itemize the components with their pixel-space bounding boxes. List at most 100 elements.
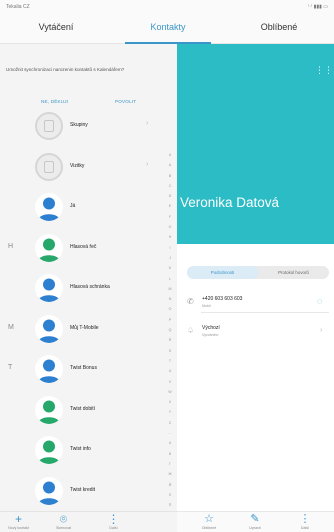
index-letter[interactable]: M [165,284,175,294]
index-letter[interactable]: K [165,263,175,273]
contact-header: ⋮⋮ Veronika Datová [177,44,334,244]
index-letter[interactable]: Y [165,407,175,417]
menu-dots-icon[interactable]: ⋮⋮ [315,66,333,75]
tab-dialer[interactable]: Vytáčení [0,14,112,44]
avatar [35,314,63,343]
index-letter[interactable]: W [165,387,175,397]
tab-contacts[interactable]: Kontakty [112,14,224,44]
segment-call-log[interactable]: Protokol hovorů [258,266,329,279]
index-letter[interactable]: T [165,356,175,366]
contact-name-label: Twist kredit [70,486,96,493]
divider [201,312,329,313]
contact-row[interactable]: Twist kredit [0,471,177,511]
contact-row[interactable]: Já [0,187,177,227]
scan-button[interactable]: ⌾ Skenovat [46,513,81,531]
more-label: Další [109,526,118,530]
contact-row[interactable]: T Twist Bonus [0,349,177,389]
index-letter[interactable]: # [165,438,175,448]
pencil-icon: ✎ [250,513,260,525]
contact-name-label: Hlasová řeč [70,243,97,250]
avatar [35,476,63,505]
bell-icon: ♤ [187,326,195,335]
allow-button[interactable]: POVOLIT [115,99,136,104]
avatar [35,355,63,383]
contact-row[interactable]: Skupiny › [0,106,177,146]
index-letter[interactable]: Й [165,480,175,490]
no-thanks-button[interactable]: NE, DĚKUJI [41,99,68,104]
more-button[interactable]: ⋮ Další [96,513,131,531]
phone-type: Mobil [202,304,211,308]
index-letter[interactable]: E [165,201,175,211]
ringtone-label: Vyzváněcí [202,333,219,337]
index-letter[interactable]: D [165,191,175,201]
contact-row[interactable]: Twist info [0,430,177,470]
contact-row[interactable]: H Hlasová řeč [0,228,177,268]
contact-row[interactable]: M Můj T-Mobile [0,309,177,349]
index-letter[interactable]: B [165,171,175,181]
index-letter[interactable]: P [165,315,175,325]
index-letter[interactable]: H [165,232,175,242]
business-card-icon [35,152,63,181]
more-vertical-icon: ⋮ [299,513,311,525]
index-letter[interactable]: V [165,377,175,387]
index-letter[interactable]: F [165,212,175,222]
contact-row[interactable]: Vizitky › [0,147,177,187]
status-bar: Tekalia CZ ⁽·⁾ ▮▮▮ ▭ [0,0,334,14]
index-letter[interactable]: Г [165,459,175,469]
index-letter[interactable]: R [165,335,175,345]
contact-name-label: Můj T-Mobile [70,324,99,331]
index-letter[interactable]: C [165,181,175,191]
index-letter[interactable]: G [165,222,175,232]
index-letter[interactable]: O [165,304,175,314]
contact-name-label: Já [70,203,76,209]
chevron-right-icon: › [146,120,149,127]
contact-detail-pane: ⋮⋮ Veronika Datová Podrobnosti Protokol … [177,44,334,532]
contact-row[interactable]: Twist dobití [0,390,177,430]
tab-bar: Vytáčení Kontakty Oblíbené [0,14,334,44]
index-letter[interactable]: A [165,160,175,170]
contact-name: Veronika Datová [180,195,280,210]
ringtone-row[interactable]: ♤ Výchozí Vyzváněcí › [177,318,334,348]
index-letter[interactable]: Л [165,490,175,500]
detail-more-button[interactable]: ⋮ Další [287,513,323,531]
favorite-button[interactable]: ☆ Oblíbené [191,513,227,531]
index-letter[interactable]: П [165,500,175,510]
chevron-right-icon: › [146,160,149,168]
index-letter[interactable]: # [165,150,175,160]
phone-row[interactable]: ✆ +420 603 603 603 Mobil ◌ [177,289,334,319]
index-letter[interactable]: … [165,428,175,438]
index-letter[interactable]: Ж [165,469,175,479]
contact-row[interactable]: Hlasová schránka [0,268,177,308]
edit-button[interactable]: ✎ Upravit [237,513,273,531]
tab-favorites[interactable]: Oblíbené [224,14,334,44]
carrier-name: Tekalia CZ [6,4,30,10]
index-letter[interactable]: U [165,366,175,376]
alphabet-index[interactable]: #ABCDEFGHIJKLMNOPQRSTUVWXYZ…#БГЖЙЛПФ [165,150,175,517]
index-letter[interactable]: S [165,346,175,356]
section-letter: M [8,323,14,331]
contact-list-pane: Umožnit synchronizaci narozenin kontaktů… [0,44,177,532]
avatar [35,436,63,464]
section-letter: H [8,242,14,250]
phone-number: +420 603 603 603 [202,296,243,302]
index-letter[interactable]: L [165,274,175,284]
index-letter[interactable]: Б [165,449,175,459]
detail-segmented-control: Podrobnosti Protokol hovorů [187,266,329,279]
contact-name-label: Twist info [70,446,91,452]
index-letter[interactable]: I [165,243,175,253]
phone-icon: ✆ [187,297,194,306]
avatar [35,395,63,424]
segment-details[interactable]: Podrobnosti [187,266,258,279]
contact-name-label: Skupiny [70,122,88,128]
contact-name-label: Vizitky [70,162,85,169]
index-letter[interactable]: Z [165,418,175,428]
message-icon[interactable]: ◌ [317,296,322,306]
index-letter[interactable]: J [165,253,175,263]
index-letter[interactable]: N [165,294,175,304]
chevron-right-icon: › [320,327,323,334]
new-contact-button[interactable]: + Nový kontakt [1,513,36,531]
index-letter[interactable]: Q [165,325,175,335]
index-letter[interactable]: X [165,397,175,407]
avatar [35,233,63,262]
avatar [35,193,63,221]
